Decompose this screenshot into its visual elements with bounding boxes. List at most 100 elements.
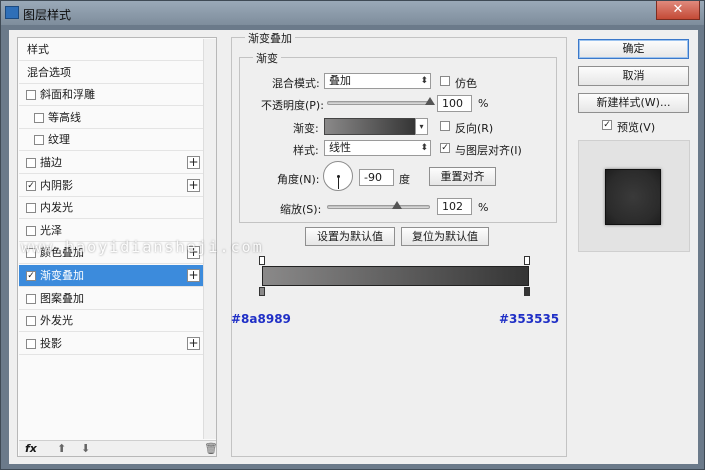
list-item[interactable]: 图案叠加 — [19, 288, 203, 310]
list-item[interactable]: 描边 + — [19, 152, 203, 174]
color-stop-right[interactable] — [524, 287, 530, 296]
scale-input[interactable]: 102 — [437, 198, 472, 215]
effect-checkbox[interactable] — [26, 203, 36, 214]
scale-slider-thumb[interactable] — [392, 201, 403, 209]
angle-input[interactable]: -90 — [359, 169, 394, 186]
left-color-hex: #8a8989 — [231, 312, 291, 326]
new-style-button[interactable]: 新建样式(W)... — [578, 93, 689, 113]
effect-checkbox[interactable] — [26, 293, 36, 304]
preview-label: 预览(V) — [617, 121, 656, 134]
effect-checkbox[interactable] — [26, 90, 36, 101]
gradient-label: 渐变: — [293, 122, 319, 135]
list-item[interactable]: 等高线 — [19, 107, 203, 129]
gradient-dropdown-button[interactable]: ▾ — [415, 118, 428, 135]
align-with-layer-checkbox[interactable]: ✓ — [440, 143, 450, 153]
delete-effect-icon[interactable]: 🗑 — [204, 442, 218, 455]
list-item-label: 纹理 — [48, 133, 70, 147]
opacity-input[interactable]: 100 — [437, 95, 472, 112]
list-item-label: 等高线 — [48, 110, 81, 124]
effect-checkbox[interactable] — [26, 158, 36, 168]
angle-label: 角度(N): — [277, 173, 320, 186]
scale-unit: % — [478, 201, 489, 214]
gradient-group-title: 渐变 — [253, 50, 281, 66]
angle-center-dot — [337, 175, 340, 178]
align-with-layer-label: 与图层对齐(I) — [455, 144, 522, 157]
effect-checkbox[interactable] — [26, 225, 36, 236]
list-item[interactable]: 外发光 — [19, 310, 203, 333]
move-down-icon[interactable]: ⬇ — [81, 442, 90, 455]
list-item[interactable]: ✓ 渐变叠加 + — [19, 265, 203, 287]
blend-mode-select[interactable]: 叠加 ⬍ — [324, 73, 431, 89]
title-bar[interactable]: 图层样式 ✕ — [1, 1, 704, 25]
gradient-overlay-title: 渐变叠加 — [245, 30, 295, 46]
scale-slider-track[interactable] — [327, 205, 430, 209]
dialog-body: 样式 混合选项 斜面和浮雕 等高线 纹理 描边 + ✓ 内阴影 + 内发光 光泽 颜色叠加 + ✓ 渐变叠加 +… — [9, 30, 698, 464]
check-icon: ✓ — [27, 180, 35, 191]
list-item[interactable]: 斜面和浮雕 — [19, 84, 203, 107]
effect-checkbox[interactable] — [34, 112, 44, 123]
select-caret-icon: ⬍ — [420, 143, 428, 153]
list-item-label: 样式 — [27, 43, 49, 56]
gradient-picker-swatch[interactable] — [324, 118, 416, 135]
close-button[interactable]: ✕ — [656, 1, 700, 20]
scale-label: 缩放(S): — [280, 203, 322, 216]
preview-checkbox[interactable]: ✓ — [602, 120, 612, 130]
check-icon: ✓ — [603, 120, 611, 130]
list-item[interactable]: ✓ 内阴影 + — [19, 175, 203, 197]
gradient-bar — [262, 266, 529, 286]
list-item[interactable]: 内发光 — [19, 197, 203, 220]
reset-alignment-button[interactable]: 重置对齐 — [429, 167, 496, 186]
list-item-label: 斜面和浮雕 — [40, 88, 95, 102]
ok-button[interactable]: 确定 — [578, 39, 689, 59]
move-up-icon[interactable]: ⬆ — [57, 442, 66, 455]
angle-dial[interactable] — [323, 161, 353, 191]
opacity-label: 不透明度(P): — [261, 99, 324, 112]
opacity-slider-thumb[interactable] — [425, 97, 435, 105]
dither-label: 仿色 — [455, 77, 477, 90]
list-item[interactable]: 混合选项 — [19, 62, 203, 84]
reverse-checkbox[interactable] — [440, 121, 450, 131]
fx-button[interactable]: fx — [25, 442, 37, 455]
check-icon: ✓ — [27, 271, 35, 281]
dropdown-arrow-icon: ▾ — [419, 122, 424, 131]
gradient-style-select[interactable]: 线性 ⬍ — [324, 140, 431, 156]
photoshop-app-icon — [5, 6, 19, 19]
blend-mode-value: 叠加 — [329, 74, 351, 87]
gradient-style-value: 线性 — [329, 141, 351, 154]
effect-checkbox[interactable] — [26, 316, 36, 327]
reset-to-default-button[interactable]: 复位为默认值 — [401, 227, 489, 246]
add-effect-plus-icon[interactable]: + — [187, 336, 200, 350]
style-preview-box — [578, 140, 690, 252]
styles-list-footer: fx ⬆ ⬇ 🗑 — [19, 440, 218, 456]
opacity-slider-track[interactable] — [327, 101, 430, 105]
add-effect-plus-icon[interactable]: + — [187, 178, 200, 192]
effect-checkbox[interactable] — [26, 338, 36, 349]
make-default-button[interactable]: 设置为默认值 — [305, 227, 395, 246]
dither-checkbox[interactable] — [440, 76, 450, 86]
check-icon: ✓ — [441, 143, 449, 153]
angle-unit: 度 — [399, 173, 410, 186]
window-title: 图层样式 — [23, 8, 72, 22]
list-item-label: 渐变叠加 — [40, 269, 84, 282]
list-item[interactable]: 投影 + — [19, 333, 203, 355]
list-item-label: 内阴影 — [40, 178, 73, 192]
cancel-button[interactable]: 取消 — [578, 66, 689, 86]
add-effect-plus-icon[interactable]: + — [187, 269, 200, 282]
color-stop-left[interactable] — [259, 287, 265, 296]
add-effect-plus-icon[interactable]: + — [187, 156, 200, 169]
opacity-stop-left[interactable] — [259, 256, 265, 265]
effect-checkbox[interactable]: ✓ — [26, 271, 36, 281]
list-item-label: 外发光 — [40, 314, 73, 328]
list-item[interactable]: 样式 — [19, 39, 203, 61]
right-color-hex: #353535 — [499, 312, 560, 326]
opacity-stop-right[interactable] — [524, 256, 530, 265]
blend-mode-label: 混合模式: — [272, 77, 320, 90]
watermark-text: www.haoyidiansheji.com — [21, 238, 264, 256]
layer-style-dialog: 图层样式 ✕ 样式 混合选项 斜面和浮雕 等高线 纹理 描边 + ✓ 内阴影 + 内发光 光泽 颜色叠加… — [0, 0, 705, 470]
select-caret-icon: ⬍ — [420, 76, 428, 86]
opacity-unit: % — [478, 97, 489, 110]
list-item[interactable]: 纹理 — [19, 129, 203, 152]
effect-checkbox[interactable]: ✓ — [26, 180, 36, 191]
effect-checkbox[interactable] — [34, 135, 44, 146]
list-item-label: 描边 — [40, 156, 62, 169]
